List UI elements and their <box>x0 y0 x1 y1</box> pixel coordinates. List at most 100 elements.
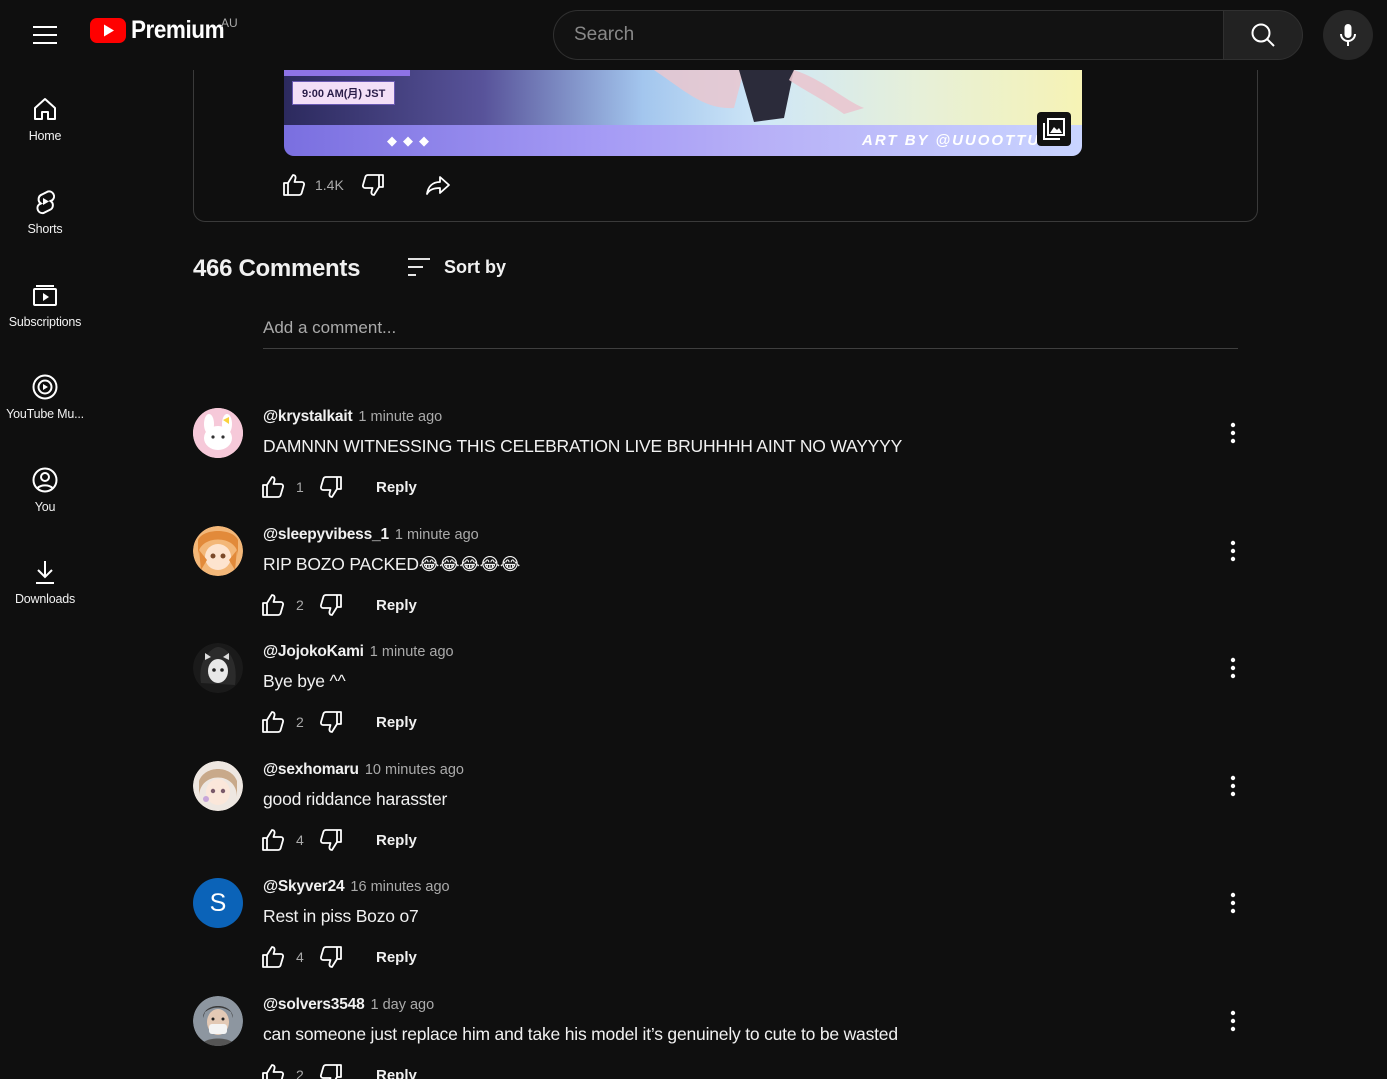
comment-like-button[interactable] <box>260 709 286 735</box>
thumbs-down-icon <box>319 829 342 851</box>
comment-author[interactable]: @solvers3548 <box>263 996 365 1014</box>
comment-text: can someone just replace him and take hi… <box>263 1024 898 1044</box>
search-icon <box>1251 23 1275 47</box>
home-icon <box>34 98 56 120</box>
search-button[interactable] <box>1223 10 1303 60</box>
comment-time[interactable]: 16 minutes ago <box>350 879 449 895</box>
sort-by-label: Sort by <box>444 256 507 277</box>
add-comment-input[interactable] <box>263 318 1238 338</box>
search-input[interactable] <box>574 24 1224 46</box>
comment-meta: @Skyver24 16 minutes ago <box>263 878 450 896</box>
comment-like-button[interactable] <box>260 1062 286 1079</box>
sidebar-item-label: Shorts <box>27 222 63 236</box>
gallery-icon[interactable] <box>1037 112 1071 146</box>
avatar[interactable] <box>193 761 243 811</box>
sidebar-item-label: YouTube Mu... <box>6 407 84 421</box>
download-icon <box>36 561 54 584</box>
comment-actions: 2 Reply <box>260 709 417 735</box>
post-image-decoration: ◆◆◆ <box>387 133 435 148</box>
sidebar-item-label: You <box>34 500 56 514</box>
comment-item: @solvers3548 1 day ago can someone just … <box>193 996 1253 1079</box>
comment-time[interactable]: 1 minute ago <box>395 527 479 543</box>
comment-author[interactable]: @krystalkait <box>263 408 353 426</box>
comment-time[interactable]: 1 day ago <box>370 997 434 1013</box>
menu-icon[interactable] <box>25 17 65 53</box>
comment-menu-button[interactable] <box>1223 420 1243 446</box>
sidebar-item-home[interactable]: Home <box>0 95 90 143</box>
comment-reply-button[interactable]: Reply <box>376 597 417 614</box>
comment-like-count: 4 <box>296 832 304 848</box>
thumbs-up-icon <box>262 1064 285 1079</box>
comment-like-button[interactable] <box>260 944 286 970</box>
sidebar-item-youtube-music[interactable]: YouTube Mu... <box>0 373 90 421</box>
thumbs-down-icon <box>361 174 384 196</box>
comment-author[interactable]: @sleepyvibess_1 <box>263 526 389 544</box>
comment-like-count: 2 <box>296 714 304 730</box>
more-vertical-icon <box>1230 540 1236 562</box>
search-box[interactable] <box>553 10 1224 60</box>
comment-dislike-button[interactable] <box>318 944 344 970</box>
thumbs-down-icon <box>319 946 342 968</box>
thumbs-down-icon <box>319 1064 342 1079</box>
avatar[interactable] <box>193 643 243 693</box>
comment-like-button[interactable] <box>260 827 286 853</box>
comment-author[interactable]: @sexhomaru <box>263 761 359 779</box>
comment-reply-button[interactable]: Reply <box>376 832 417 849</box>
comment-dislike-button[interactable] <box>318 474 344 500</box>
comment-menu-button[interactable] <box>1223 655 1243 681</box>
post-image-band <box>284 70 410 76</box>
sidebar-item-label: Downloads <box>14 592 76 606</box>
thumbs-down-icon <box>319 476 342 498</box>
sort-by-button[interactable]: Sort by <box>406 255 506 279</box>
logo-text: Premium <box>131 16 225 44</box>
comment-like-button[interactable] <box>260 592 286 618</box>
comment-author[interactable]: @JojokoKami <box>263 643 364 661</box>
sidebar-item-label: Subscriptions <box>8 315 82 329</box>
comment-actions: 1 Reply <box>260 474 417 500</box>
youtube-logo-icon <box>90 18 126 43</box>
comment-item: @sexhomaru 10 minutes ago good riddance … <box>193 761 1253 879</box>
comment-time[interactable]: 1 minute ago <box>358 409 442 425</box>
comment-author[interactable]: @Skyver24 <box>263 878 345 896</box>
avatar[interactable] <box>193 996 243 1046</box>
comment-menu-button[interactable] <box>1223 1008 1243 1034</box>
sidebar-item-shorts[interactable]: Shorts <box>0 188 90 236</box>
sidebar-item-downloads[interactable]: Downloads <box>0 558 90 606</box>
comment-reply-button[interactable]: Reply <box>376 714 417 731</box>
comment-meta: @JojokoKami 1 minute ago <box>263 643 454 661</box>
comment-menu-button[interactable] <box>1223 773 1243 799</box>
post-like-button[interactable] <box>281 172 307 198</box>
comment-menu-button[interactable] <box>1223 890 1243 916</box>
comment-meta: @krystalkait 1 minute ago <box>263 408 442 426</box>
share-icon <box>425 176 450 195</box>
post-actions: 1.4K <box>281 172 452 198</box>
comment-reply-button[interactable]: Reply <box>376 1067 417 1079</box>
comment-reply-button[interactable]: Reply <box>376 949 417 966</box>
comment-dislike-button[interactable] <box>318 827 344 853</box>
sidebar-item-subscriptions[interactable]: Subscriptions <box>0 281 90 329</box>
avatar[interactable] <box>193 408 243 458</box>
comment-dislike-button[interactable] <box>318 592 344 618</box>
sidebar-item-you[interactable]: You <box>0 466 90 514</box>
thumbs-down-icon <box>319 711 342 733</box>
comment-menu-button[interactable] <box>1223 538 1243 564</box>
comment-reply-button[interactable]: Reply <box>376 479 417 496</box>
comment-text: good riddance harasster <box>263 789 448 809</box>
comment-like-count: 2 <box>296 597 304 613</box>
post-image[interactable]: 9:00 AM(月) JST ◆◆◆ ART BY @UUOOTTUU <box>284 70 1082 156</box>
comment-like-count: 4 <box>296 949 304 965</box>
comment-like-button[interactable] <box>260 474 286 500</box>
add-comment-box[interactable] <box>263 318 1238 349</box>
post-dislike-button[interactable] <box>360 172 386 198</box>
comment-dislike-button[interactable] <box>318 1062 344 1079</box>
comment-time[interactable]: 1 minute ago <box>370 644 454 660</box>
avatar[interactable]: S <box>193 878 243 928</box>
comment-meta: @solvers3548 1 day ago <box>263 996 434 1014</box>
comment-time[interactable]: 10 minutes ago <box>365 762 464 778</box>
comment-dislike-button[interactable] <box>318 709 344 735</box>
post-share-button[interactable] <box>424 172 452 198</box>
post-image-art-credit: ART BY @UUOOTTUU <box>862 132 1054 149</box>
youtube-premium-logo[interactable]: Premium <box>90 16 234 45</box>
avatar[interactable] <box>193 526 243 576</box>
voice-search-button[interactable] <box>1323 10 1373 60</box>
